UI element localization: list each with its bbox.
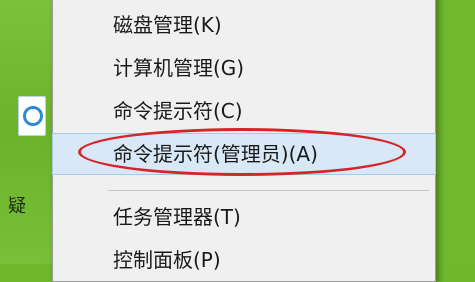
shield-icon: [23, 106, 43, 126]
desktop-shortcut-label: 疑: [8, 196, 26, 217]
desktop-shortcut-icon[interactable]: [18, 96, 46, 136]
menu-item-command-prompt-admin[interactable]: 命令提示符(管理员)(A): [52, 133, 436, 175]
menu-item-command-prompt[interactable]: 命令提示符(C): [53, 91, 435, 131]
menu-separator: [108, 190, 429, 191]
menu-item-computer-management[interactable]: 计算机管理(G): [53, 48, 435, 88]
menu-item-task-manager[interactable]: 任务管理器(T): [53, 197, 435, 237]
desktop-background-right: [435, 0, 475, 264]
menu-item-disk-management[interactable]: 磁盘管理(K): [53, 5, 435, 45]
menu-item-control-panel[interactable]: 控制面板(P): [53, 240, 435, 280]
context-menu: 磁盘管理(K) 计算机管理(G) 命令提示符(C) 命令提示符(管理员)(A) …: [52, 0, 436, 282]
